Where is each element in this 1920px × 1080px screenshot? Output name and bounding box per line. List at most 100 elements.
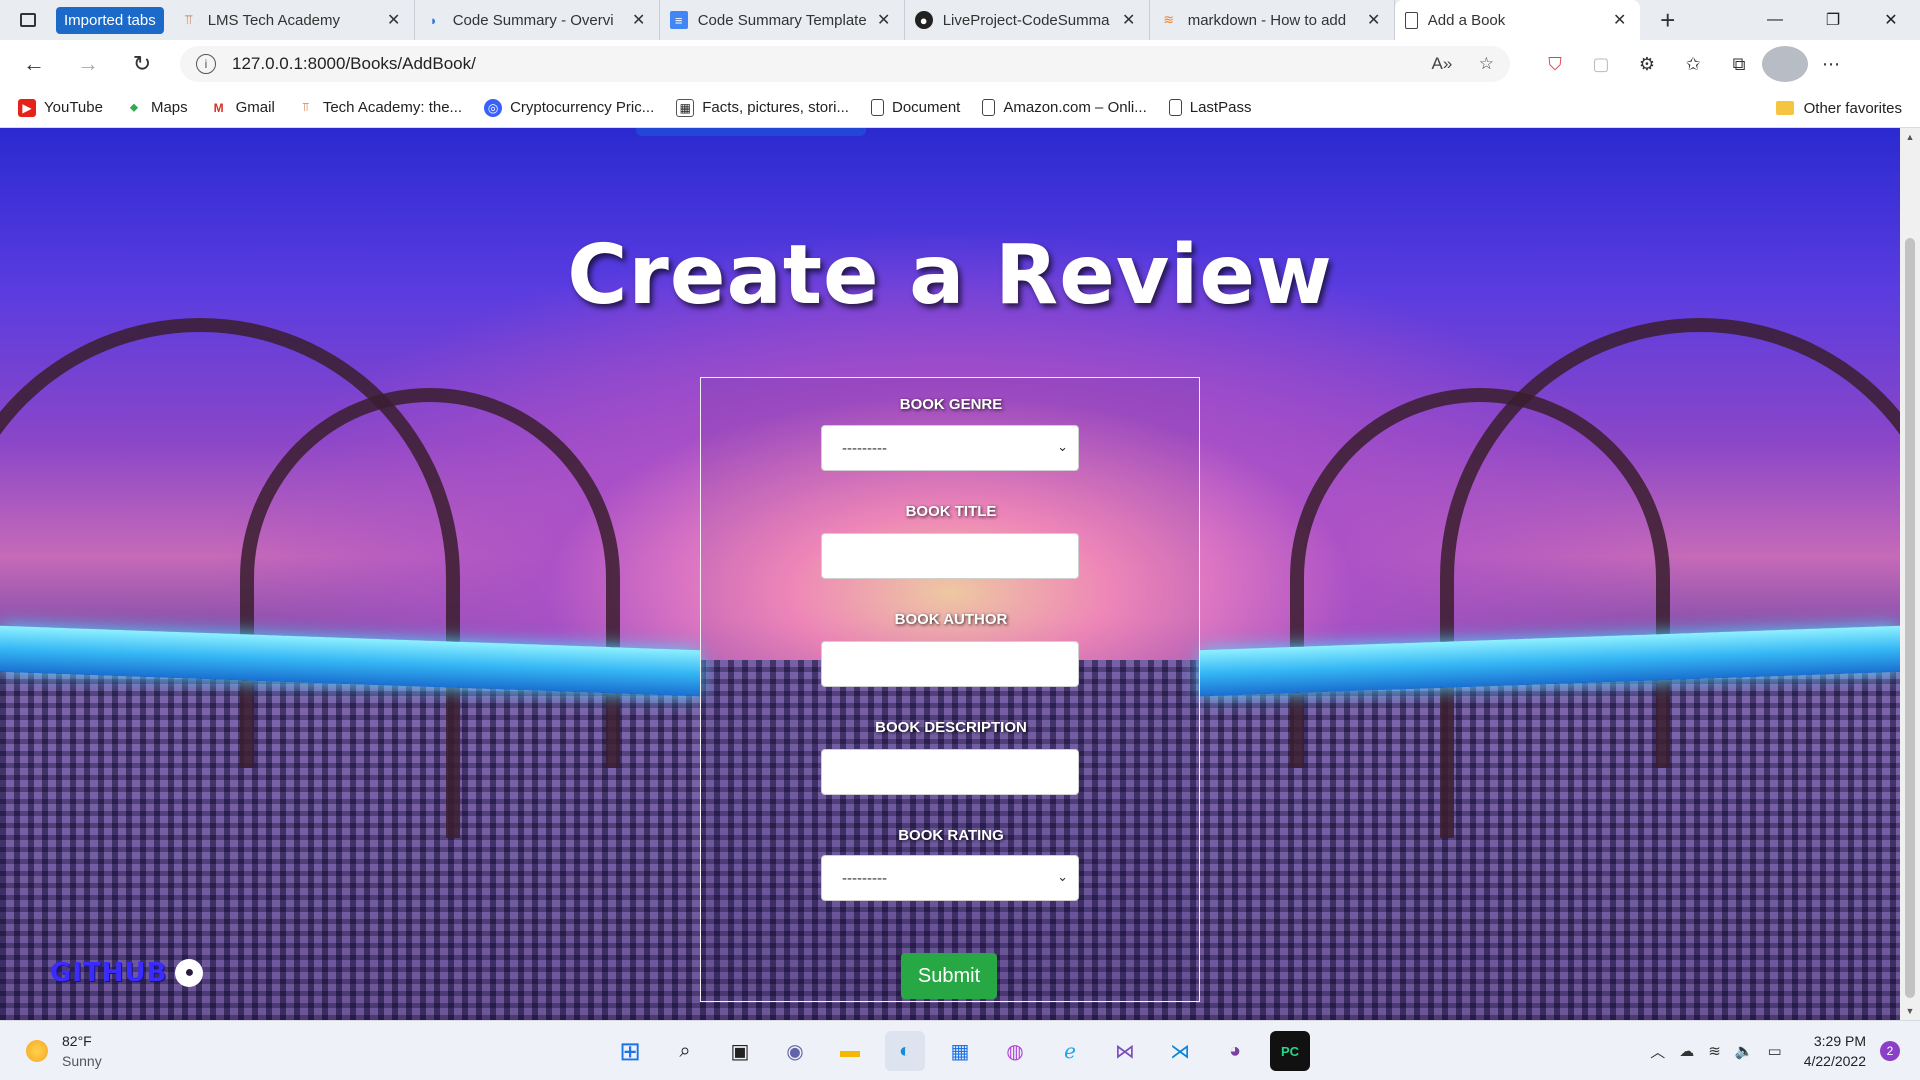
tab-markdown[interactable]: ≋ markdown - How to add ✕	[1150, 0, 1395, 40]
other-favorites-label: Other favorites	[1803, 99, 1902, 117]
tab-lms-tech-academy[interactable]: ⫪ LMS Tech Academy ✕	[170, 0, 415, 40]
notification-badge[interactable]: 2	[1880, 1041, 1900, 1061]
system-tray: ︿ ☁ ≋ 🔈 ▭ 3:29 PM 4/22/2022 2	[1636, 1031, 1900, 1071]
tab-code-summary-template[interactable]: ≡ Code Summary Template ✕	[660, 0, 905, 40]
chevron-down-icon: ⌄	[1057, 869, 1068, 884]
address-bar[interactable]: i 127.0.0.1:8000/Books/AddBook/ A» ☆	[180, 46, 1510, 82]
scroll-down-icon[interactable]: ▼	[1900, 1006, 1920, 1016]
read-aloud-icon[interactable]: A»	[1432, 54, 1453, 73]
vscode-icon[interactable]: ⋊	[1160, 1031, 1200, 1071]
folder-icon	[1775, 101, 1794, 115]
new-tab-button[interactable]: +	[1648, 5, 1688, 36]
back-button[interactable]: ←	[14, 46, 54, 82]
close-icon[interactable]: ✕	[1364, 10, 1384, 30]
minimize-icon[interactable]: —	[1746, 0, 1804, 40]
bookmark-document[interactable]: Document	[870, 99, 960, 116]
clock[interactable]: 3:29 PM 4/22/2022	[1804, 1031, 1866, 1071]
bookmark-tech-academy[interactable]: ⫪ Tech Academy: the...	[297, 99, 462, 117]
forward-button[interactable]: →	[68, 46, 108, 82]
bookmark-amazon[interactable]: Amazon.com – Onli...	[982, 99, 1147, 116]
github-desktop-icon[interactable]: ◕	[1215, 1031, 1255, 1071]
weather-condition: Sunny	[62, 1053, 102, 1069]
bookmark-youtube[interactable]: ▶ YouTube	[18, 98, 103, 117]
tab-add-a-book[interactable]: Add a Book ✕	[1394, 0, 1640, 40]
submit-button[interactable]: Submit	[901, 953, 997, 999]
scrollbar-thumb[interactable]	[1905, 238, 1915, 998]
page-title: Create a Review	[567, 228, 1333, 323]
tab-liveproject[interactable]: ● LiveProject-CodeSumma ✕	[905, 0, 1150, 40]
wifi-icon[interactable]: ≋	[1708, 1042, 1721, 1060]
site-info-icon[interactable]: i	[196, 54, 216, 74]
rating-select-value: ---------	[842, 869, 887, 887]
bookmark-lastpass[interactable]: LastPass	[1168, 99, 1251, 116]
github-label: GITHUB	[50, 958, 168, 988]
internet-explorer-icon[interactable]: ℯ	[1050, 1031, 1090, 1071]
close-icon[interactable]: ✕	[874, 10, 894, 30]
bookmark-maps[interactable]: ⬥ Maps	[125, 99, 188, 117]
genre-select-value: ---------	[842, 439, 887, 457]
weather-widget[interactable]: 82°F Sunny	[26, 1031, 102, 1071]
github-icon: ●	[914, 11, 933, 29]
page-viewport: Create a Review BOOK GENRE --------- ⌄ B…	[0, 128, 1900, 1020]
url-text[interactable]: 127.0.0.1:8000/Books/AddBook/	[232, 54, 1410, 74]
bookmark-cryptocurrency[interactable]: ◎ Cryptocurrency Pric...	[484, 98, 654, 117]
teams-chat-icon[interactable]: ◉	[775, 1031, 815, 1071]
description-label: BOOK DESCRIPTION	[875, 719, 1027, 736]
more-options-icon[interactable]: ⋯	[1808, 46, 1854, 82]
other-favorites[interactable]: Other favorites	[1775, 88, 1902, 128]
page-scrollbar[interactable]: ▲ ▼	[1900, 128, 1920, 1020]
tab-group-imported[interactable]: Imported tabs	[56, 6, 164, 34]
rating-select[interactable]: --------- ⌄	[821, 855, 1079, 901]
start-icon[interactable]: ⊞	[610, 1031, 650, 1071]
search-icon[interactable]: ⌕	[665, 1031, 705, 1071]
refresh-button[interactable]: ↻	[122, 46, 162, 82]
clock-time: 3:29 PM	[1813, 1033, 1866, 1049]
scroll-up-icon[interactable]: ▲	[1900, 132, 1920, 142]
close-icon[interactable]: ✕	[1119, 10, 1139, 30]
tab-title: LiveProject-CodeSumma	[942, 11, 1110, 29]
close-window-icon[interactable]: ✕	[1862, 0, 1920, 40]
image-icon: ▦	[676, 98, 695, 117]
title-label: BOOK TITLE	[905, 503, 997, 520]
extension-placeholder-icon[interactable]: ▢	[1578, 46, 1624, 82]
weather-text: 82°F Sunny	[62, 1031, 102, 1071]
favorites-icon[interactable]: ✩	[1670, 46, 1716, 82]
volume-icon[interactable]: 🔈	[1735, 1042, 1754, 1060]
title-input[interactable]	[821, 533, 1079, 579]
bookmark-gmail[interactable]: M Gmail	[210, 99, 275, 117]
tab-title: Code Summary - Overvi	[452, 11, 614, 29]
genre-select[interactable]: --------- ⌄	[821, 425, 1079, 471]
file-explorer-icon[interactable]: ▬	[830, 1031, 870, 1071]
pocket-icon[interactable]: ⛉	[1532, 46, 1578, 82]
description-input[interactable]	[821, 749, 1079, 795]
battery-icon[interactable]: ▭	[1768, 1042, 1782, 1060]
tab-title: LMS Tech Academy	[207, 11, 341, 29]
extensions-icon[interactable]: ⚙	[1624, 46, 1670, 82]
tab-code-summary-overview[interactable]: ◗ Code Summary - Overvi ✕	[415, 0, 660, 40]
task-view-icon[interactable]: ▣	[720, 1031, 760, 1071]
favorites-bar: ▶ YouTube ⬥ Maps M Gmail ⫪ Tech Academy:…	[0, 88, 1920, 128]
collections-icon[interactable]: ⧉	[1716, 46, 1762, 82]
add-favorite-icon[interactable]: ☆	[1479, 54, 1494, 73]
chevron-up-icon[interactable]: ︿	[1650, 1041, 1665, 1062]
visual-studio-icon[interactable]: ⋈	[1105, 1031, 1145, 1071]
stackoverflow-icon: ≋	[1163, 12, 1175, 27]
onedrive-icon[interactable]: ☁	[1679, 1042, 1694, 1060]
pycharm-icon[interactable]: PC	[1270, 1031, 1310, 1071]
profile-avatar[interactable]	[1762, 46, 1808, 82]
edge-icon[interactable]: ◐	[885, 1031, 925, 1071]
close-icon[interactable]: ✕	[1610, 10, 1630, 30]
microsoft-store-icon[interactable]: ▦	[940, 1031, 980, 1071]
podcast-app-icon[interactable]: ◍	[995, 1031, 1035, 1071]
bookmark-facts[interactable]: ▦ Facts, pictures, stori...	[676, 98, 849, 117]
github-link[interactable]: GITHUB ●	[50, 958, 204, 988]
close-icon[interactable]: ✕	[384, 10, 404, 30]
page-icon	[982, 99, 996, 116]
author-input[interactable]	[821, 641, 1079, 687]
tab-actions-button[interactable]	[0, 0, 56, 40]
review-form: BOOK GENRE --------- ⌄ BOOK TITLE BOOK A…	[700, 377, 1200, 1002]
tab-actions-icon	[20, 13, 36, 27]
page-icon	[1168, 99, 1182, 116]
close-icon[interactable]: ✕	[629, 10, 649, 30]
restore-icon[interactable]: ❐	[1804, 0, 1862, 40]
